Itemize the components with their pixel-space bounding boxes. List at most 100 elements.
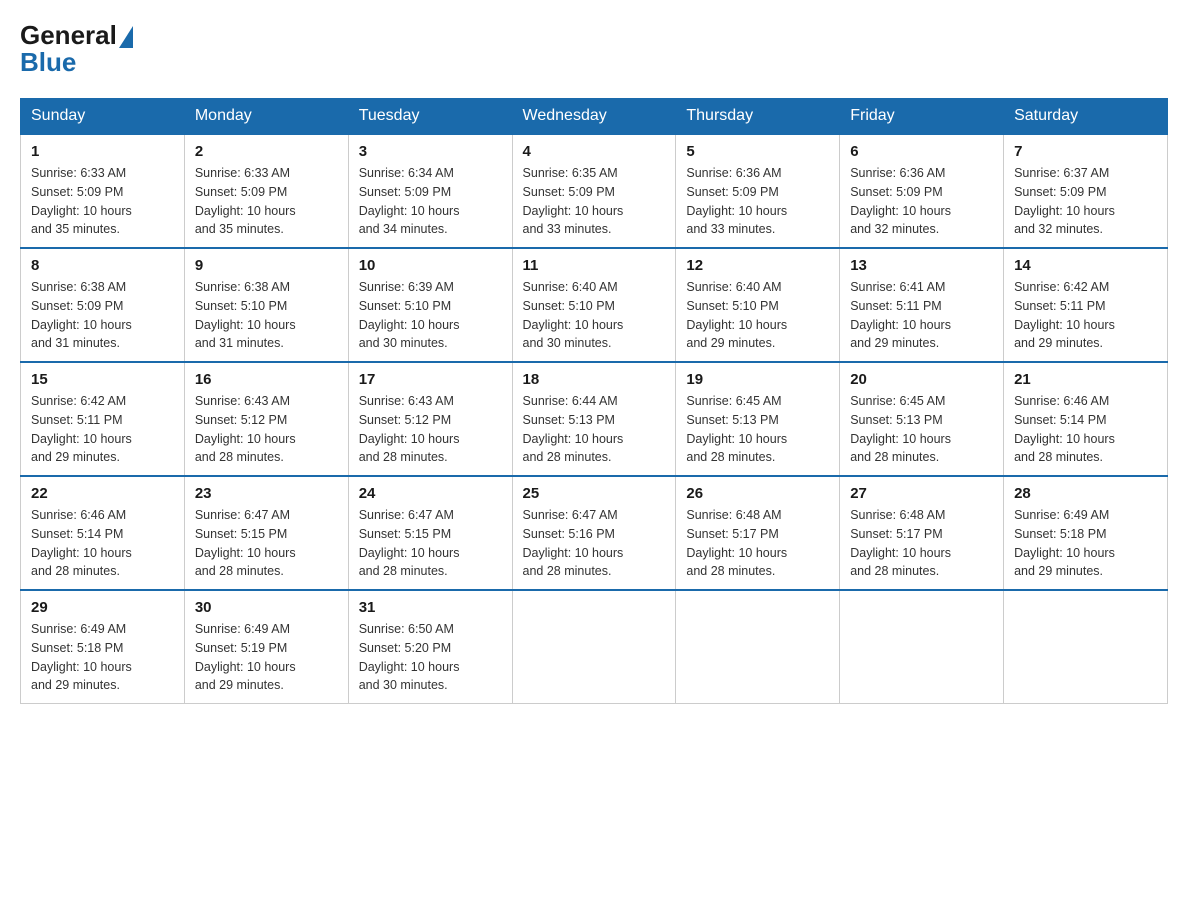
table-row: 30 Sunrise: 6:49 AMSunset: 5:19 PMDaylig… (184, 590, 348, 704)
day-number: 12 (686, 257, 829, 274)
col-saturday: Saturday (1004, 99, 1168, 135)
day-info: Sunrise: 6:38 AMSunset: 5:10 PMDaylight:… (195, 278, 338, 353)
logo-triangle-icon (119, 26, 133, 48)
day-info: Sunrise: 6:43 AMSunset: 5:12 PMDaylight:… (195, 392, 338, 467)
day-number: 13 (850, 257, 993, 274)
day-info: Sunrise: 6:46 AMSunset: 5:14 PMDaylight:… (1014, 392, 1157, 467)
calendar-week-row: 1 Sunrise: 6:33 AMSunset: 5:09 PMDayligh… (21, 134, 1168, 248)
day-number: 14 (1014, 257, 1157, 274)
day-info: Sunrise: 6:47 AMSunset: 5:15 PMDaylight:… (195, 506, 338, 581)
table-row (512, 590, 676, 704)
day-info: Sunrise: 6:41 AMSunset: 5:11 PMDaylight:… (850, 278, 993, 353)
day-number: 9 (195, 257, 338, 274)
day-info: Sunrise: 6:45 AMSunset: 5:13 PMDaylight:… (686, 392, 829, 467)
day-info: Sunrise: 6:42 AMSunset: 5:11 PMDaylight:… (1014, 278, 1157, 353)
table-row: 15 Sunrise: 6:42 AMSunset: 5:11 PMDaylig… (21, 362, 185, 476)
day-info: Sunrise: 6:40 AMSunset: 5:10 PMDaylight:… (686, 278, 829, 353)
day-info: Sunrise: 6:36 AMSunset: 5:09 PMDaylight:… (850, 164, 993, 239)
table-row: 17 Sunrise: 6:43 AMSunset: 5:12 PMDaylig… (348, 362, 512, 476)
table-row: 7 Sunrise: 6:37 AMSunset: 5:09 PMDayligh… (1004, 134, 1168, 248)
day-number: 4 (523, 143, 666, 160)
table-row: 11 Sunrise: 6:40 AMSunset: 5:10 PMDaylig… (512, 248, 676, 362)
table-row: 26 Sunrise: 6:48 AMSunset: 5:17 PMDaylig… (676, 476, 840, 590)
col-sunday: Sunday (21, 99, 185, 135)
day-number: 15 (31, 371, 174, 388)
day-info: Sunrise: 6:47 AMSunset: 5:16 PMDaylight:… (523, 506, 666, 581)
table-row: 9 Sunrise: 6:38 AMSunset: 5:10 PMDayligh… (184, 248, 348, 362)
day-info: Sunrise: 6:38 AMSunset: 5:09 PMDaylight:… (31, 278, 174, 353)
table-row: 3 Sunrise: 6:34 AMSunset: 5:09 PMDayligh… (348, 134, 512, 248)
day-info: Sunrise: 6:45 AMSunset: 5:13 PMDaylight:… (850, 392, 993, 467)
table-row: 29 Sunrise: 6:49 AMSunset: 5:18 PMDaylig… (21, 590, 185, 704)
day-info: Sunrise: 6:46 AMSunset: 5:14 PMDaylight:… (31, 506, 174, 581)
day-number: 20 (850, 371, 993, 388)
day-info: Sunrise: 6:48 AMSunset: 5:17 PMDaylight:… (686, 506, 829, 581)
day-number: 1 (31, 143, 174, 160)
table-row (676, 590, 840, 704)
day-number: 28 (1014, 485, 1157, 502)
table-row: 31 Sunrise: 6:50 AMSunset: 5:20 PMDaylig… (348, 590, 512, 704)
day-number: 18 (523, 371, 666, 388)
table-row: 24 Sunrise: 6:47 AMSunset: 5:15 PMDaylig… (348, 476, 512, 590)
day-info: Sunrise: 6:48 AMSunset: 5:17 PMDaylight:… (850, 506, 993, 581)
table-row: 25 Sunrise: 6:47 AMSunset: 5:16 PMDaylig… (512, 476, 676, 590)
table-row: 27 Sunrise: 6:48 AMSunset: 5:17 PMDaylig… (840, 476, 1004, 590)
day-info: Sunrise: 6:37 AMSunset: 5:09 PMDaylight:… (1014, 164, 1157, 239)
col-tuesday: Tuesday (348, 99, 512, 135)
table-row: 21 Sunrise: 6:46 AMSunset: 5:14 PMDaylig… (1004, 362, 1168, 476)
day-info: Sunrise: 6:36 AMSunset: 5:09 PMDaylight:… (686, 164, 829, 239)
day-info: Sunrise: 6:43 AMSunset: 5:12 PMDaylight:… (359, 392, 502, 467)
day-info: Sunrise: 6:49 AMSunset: 5:18 PMDaylight:… (31, 620, 174, 695)
col-wednesday: Wednesday (512, 99, 676, 135)
day-number: 22 (31, 485, 174, 502)
table-row: 19 Sunrise: 6:45 AMSunset: 5:13 PMDaylig… (676, 362, 840, 476)
table-row: 22 Sunrise: 6:46 AMSunset: 5:14 PMDaylig… (21, 476, 185, 590)
day-info: Sunrise: 6:39 AMSunset: 5:10 PMDaylight:… (359, 278, 502, 353)
day-number: 10 (359, 257, 502, 274)
table-row: 23 Sunrise: 6:47 AMSunset: 5:15 PMDaylig… (184, 476, 348, 590)
day-info: Sunrise: 6:33 AMSunset: 5:09 PMDaylight:… (195, 164, 338, 239)
day-number: 16 (195, 371, 338, 388)
day-info: Sunrise: 6:49 AMSunset: 5:18 PMDaylight:… (1014, 506, 1157, 581)
day-info: Sunrise: 6:42 AMSunset: 5:11 PMDaylight:… (31, 392, 174, 467)
table-row: 13 Sunrise: 6:41 AMSunset: 5:11 PMDaylig… (840, 248, 1004, 362)
logo: General Blue (20, 20, 133, 78)
calendar-table: Sunday Monday Tuesday Wednesday Thursday… (20, 98, 1168, 704)
day-info: Sunrise: 6:44 AMSunset: 5:13 PMDaylight:… (523, 392, 666, 467)
table-row: 2 Sunrise: 6:33 AMSunset: 5:09 PMDayligh… (184, 134, 348, 248)
day-info: Sunrise: 6:47 AMSunset: 5:15 PMDaylight:… (359, 506, 502, 581)
col-monday: Monday (184, 99, 348, 135)
day-number: 27 (850, 485, 993, 502)
table-row: 20 Sunrise: 6:45 AMSunset: 5:13 PMDaylig… (840, 362, 1004, 476)
day-number: 30 (195, 599, 338, 616)
day-number: 31 (359, 599, 502, 616)
calendar-week-row: 29 Sunrise: 6:49 AMSunset: 5:18 PMDaylig… (21, 590, 1168, 704)
calendar-week-row: 15 Sunrise: 6:42 AMSunset: 5:11 PMDaylig… (21, 362, 1168, 476)
day-number: 8 (31, 257, 174, 274)
page-header: General Blue (20, 20, 1168, 78)
day-info: Sunrise: 6:40 AMSunset: 5:10 PMDaylight:… (523, 278, 666, 353)
table-row: 16 Sunrise: 6:43 AMSunset: 5:12 PMDaylig… (184, 362, 348, 476)
calendar-header-row: Sunday Monday Tuesday Wednesday Thursday… (21, 99, 1168, 135)
day-number: 25 (523, 485, 666, 502)
table-row: 5 Sunrise: 6:36 AMSunset: 5:09 PMDayligh… (676, 134, 840, 248)
table-row: 14 Sunrise: 6:42 AMSunset: 5:11 PMDaylig… (1004, 248, 1168, 362)
day-number: 17 (359, 371, 502, 388)
day-info: Sunrise: 6:33 AMSunset: 5:09 PMDaylight:… (31, 164, 174, 239)
day-number: 29 (31, 599, 174, 616)
day-number: 21 (1014, 371, 1157, 388)
col-thursday: Thursday (676, 99, 840, 135)
calendar-week-row: 22 Sunrise: 6:46 AMSunset: 5:14 PMDaylig… (21, 476, 1168, 590)
logo-blue-text: Blue (20, 47, 133, 78)
table-row: 28 Sunrise: 6:49 AMSunset: 5:18 PMDaylig… (1004, 476, 1168, 590)
day-number: 26 (686, 485, 829, 502)
table-row (840, 590, 1004, 704)
day-number: 7 (1014, 143, 1157, 160)
col-friday: Friday (840, 99, 1004, 135)
table-row: 4 Sunrise: 6:35 AMSunset: 5:09 PMDayligh… (512, 134, 676, 248)
table-row: 18 Sunrise: 6:44 AMSunset: 5:13 PMDaylig… (512, 362, 676, 476)
day-number: 3 (359, 143, 502, 160)
table-row: 10 Sunrise: 6:39 AMSunset: 5:10 PMDaylig… (348, 248, 512, 362)
day-number: 23 (195, 485, 338, 502)
table-row: 1 Sunrise: 6:33 AMSunset: 5:09 PMDayligh… (21, 134, 185, 248)
